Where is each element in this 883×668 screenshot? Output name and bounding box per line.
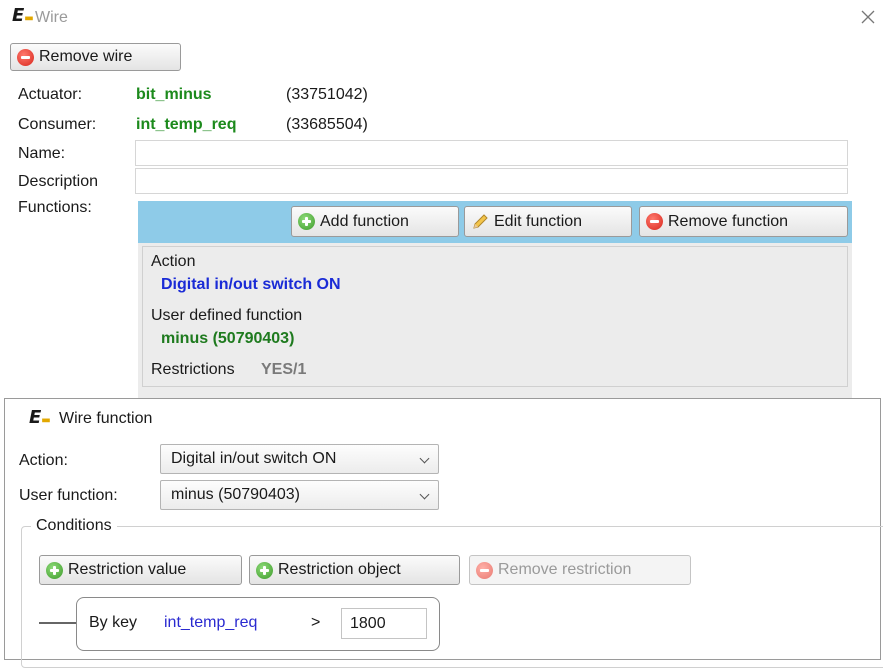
window-title: Wire function	[59, 410, 153, 427]
remove-function-label: Remove function	[668, 212, 789, 230]
consumer-name: int_temp_req	[136, 116, 237, 133]
remove-circle-icon	[646, 213, 663, 230]
wire-function-window: E▬ Wire function Action: Digital in/out …	[4, 398, 883, 668]
restriction-value-button[interactable]: Restriction value	[39, 555, 242, 585]
condition-node[interactable]: By key int_temp_req > 1800	[76, 597, 440, 651]
restrictions-label: Restrictions	[151, 361, 235, 378]
edit-function-button[interactable]: Edit function	[464, 206, 632, 237]
functions-label: Functions:	[18, 199, 92, 216]
action-value: Digital in/out switch ON	[161, 276, 341, 293]
window-title: Wire	[35, 9, 68, 26]
close-icon[interactable]	[860, 9, 876, 25]
chevron-down-icon	[419, 489, 430, 500]
condition-key[interactable]: int_temp_req	[164, 614, 257, 632]
action-label: Action:	[19, 452, 68, 469]
remove-circle-icon	[476, 561, 493, 579]
function-item[interactable]: Action Digital in/out switch ON User def…	[142, 246, 848, 387]
condition-value: 1800	[350, 615, 386, 632]
remove-function-button[interactable]: Remove function	[639, 206, 848, 237]
pencil-icon	[471, 213, 489, 231]
condition-value-input[interactable]: 1800	[341, 608, 427, 639]
add-circle-icon	[298, 213, 315, 230]
user-function-label: User function:	[19, 487, 118, 504]
remove-restriction-label: Remove restriction	[498, 561, 632, 578]
name-label: Name:	[18, 145, 66, 162]
restriction-object-label: Restriction object	[278, 561, 401, 578]
user-function-value: minus (50790403)	[161, 330, 295, 347]
add-circle-icon	[256, 561, 273, 579]
consumer-label: Consumer:	[18, 116, 97, 133]
user-function-select-value: minus (50790403)	[171, 486, 300, 503]
actuator-name: bit_minus	[136, 86, 212, 103]
name-field[interactable]	[135, 140, 848, 166]
actuator-label: Actuator:	[18, 86, 83, 103]
restriction-object-button[interactable]: Restriction object	[249, 555, 460, 585]
action-select-value: Digital in/out switch ON	[171, 450, 337, 467]
description-field[interactable]	[135, 168, 848, 194]
restrictions-value: YES/1	[261, 361, 307, 378]
action-select[interactable]: Digital in/out switch ON	[160, 444, 439, 474]
app-logo-icon: E▬	[29, 407, 51, 428]
add-function-label: Add function	[320, 212, 409, 230]
action-label: Action	[151, 253, 196, 270]
add-circle-icon	[46, 561, 63, 579]
user-function-select[interactable]: minus (50790403)	[160, 480, 439, 510]
condition-connector	[39, 622, 77, 624]
conditions-label: Conditions	[31, 517, 117, 535]
by-key-label: By key	[89, 614, 138, 631]
consumer-id: (33685504)	[286, 116, 368, 133]
remove-wire-label: Remove wire	[39, 48, 133, 65]
app-logo-icon: E▬	[12, 5, 34, 26]
edit-function-label: Edit function	[494, 212, 583, 230]
condition-operator: >	[311, 614, 321, 631]
remove-wire-button[interactable]: Remove wire	[10, 43, 181, 71]
actuator-id: (33751042)	[286, 86, 368, 103]
add-function-button[interactable]: Add function	[291, 206, 459, 237]
remove-restriction-button[interactable]: Remove restriction	[469, 555, 691, 585]
functions-toolbar: Add function Edit function Remove functi…	[138, 201, 852, 243]
chevron-down-icon	[419, 453, 430, 464]
restriction-value-label: Restriction value	[68, 561, 187, 578]
functions-list: Action Digital in/out switch ON User def…	[138, 243, 852, 398]
user-function-label: User defined function	[151, 307, 303, 324]
remove-circle-icon	[17, 48, 34, 66]
description-label: Description	[18, 173, 99, 190]
wire-window: E▬ Wire Remove wire Actuator: bit_minus …	[0, 0, 883, 398]
